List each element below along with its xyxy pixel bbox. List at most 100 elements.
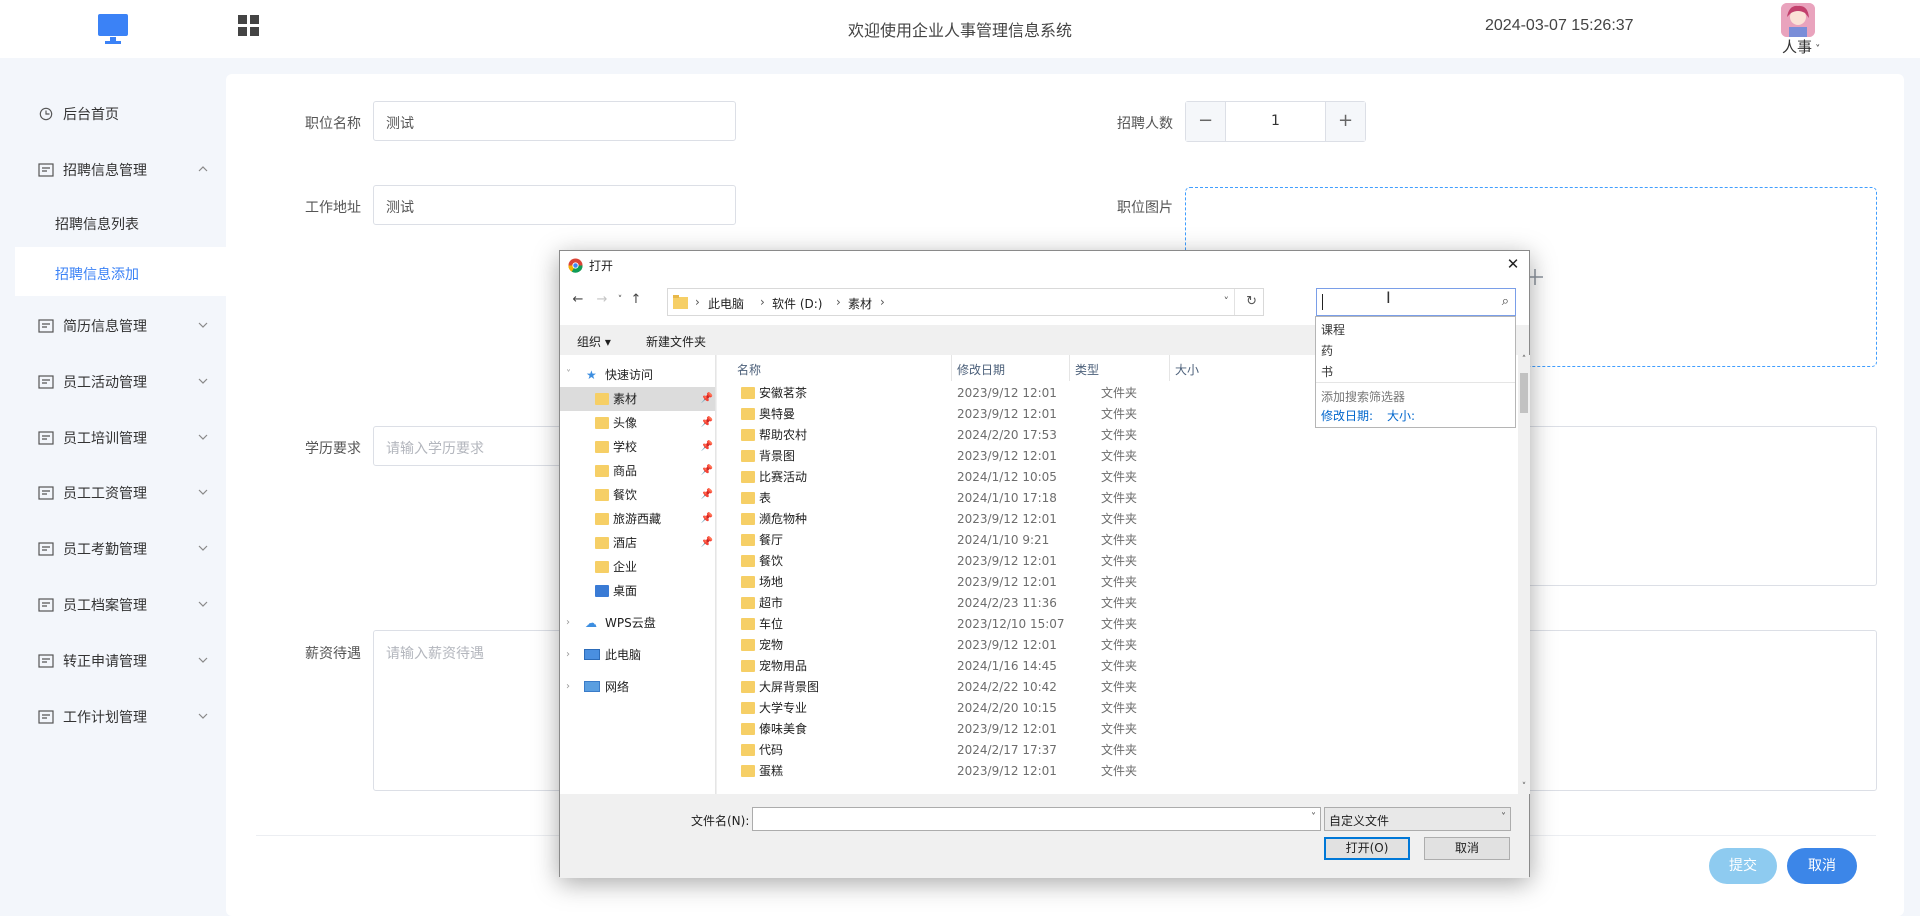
- file-row[interactable]: 餐饮 2023/9/12 12:01 文件夹: [717, 551, 1517, 572]
- increment-button[interactable]: +: [1325, 102, 1365, 141]
- user-role-dropdown[interactable]: 人事 ˅: [1782, 36, 1820, 57]
- file-row[interactable]: 蛋糕 2023/9/12 12:01 文件夹: [717, 761, 1517, 782]
- sidebar-item-label: 转正申请管理: [63, 654, 147, 670]
- file-row[interactable]: 背景图 2023/9/12 12:01 文件夹: [717, 446, 1517, 467]
- sidebar-item-attendance[interactable]: 员工考勤管理: [38, 534, 208, 564]
- pin-icon: 📌: [700, 513, 713, 524]
- suggestion-item[interactable]: 课程: [1321, 321, 1345, 338]
- column-date[interactable]: 修改日期: [957, 361, 1005, 378]
- position-name-input[interactable]: 测试: [373, 101, 736, 141]
- filter-size-link[interactable]: 大小:: [1387, 407, 1415, 424]
- column-type[interactable]: 类型: [1075, 361, 1099, 378]
- address-dropdown-icon[interactable]: ˅: [1224, 295, 1230, 308]
- folder-icon: [741, 639, 755, 651]
- new-folder-button[interactable]: 新建文件夹: [646, 333, 706, 350]
- pin-icon: 📌: [700, 393, 713, 404]
- file-row[interactable]: 大学专业 2024/2/20 10:15 文件夹: [717, 698, 1517, 719]
- nav-item-school[interactable]: 学校 📌: [560, 435, 715, 459]
- search-input[interactable]: ⌕: [1316, 288, 1516, 316]
- folder-icon: [741, 471, 755, 483]
- nav-quick-access[interactable]: ˅ ★ 快速访问: [560, 363, 715, 387]
- nav-item-tibet[interactable]: 旅游西藏 📌: [560, 507, 715, 531]
- forward-arrow-icon[interactable]: →: [594, 292, 610, 308]
- folder-icon: [741, 681, 755, 693]
- file-row[interactable]: 帮助农村 2024/2/20 17:53 文件夹: [717, 425, 1517, 446]
- column-name[interactable]: 名称: [737, 361, 761, 378]
- file-row[interactable]: 傣味美食 2023/9/12 12:01 文件夹: [717, 719, 1517, 740]
- avatar[interactable]: [1781, 3, 1815, 37]
- decrement-button[interactable]: −: [1186, 102, 1226, 141]
- nav-this-pc[interactable]: › 此电脑: [560, 643, 715, 667]
- sidebar-item-salary[interactable]: 员工工资管理: [38, 478, 208, 508]
- chevron-down-icon[interactable]: ˅: [1311, 812, 1316, 823]
- up-arrow-icon[interactable]: ↑: [628, 292, 644, 308]
- file-row[interactable]: 大屏背景图 2024/2/22 10:42 文件夹: [717, 677, 1517, 698]
- recruit-count-value[interactable]: 1: [1226, 102, 1325, 141]
- sidebar-item-resume[interactable]: 简历信息管理: [38, 311, 208, 341]
- suggestion-item[interactable]: 药: [1321, 342, 1333, 359]
- dialog-close-button[interactable]: ✕: [1503, 254, 1523, 274]
- sidebar-item-regularization[interactable]: 转正申请管理: [38, 646, 208, 676]
- nav-item-desktop[interactable]: 桌面: [560, 579, 715, 603]
- suggestion-item[interactable]: 书: [1321, 363, 1333, 380]
- sidebar-item-label: 员工培训管理: [63, 431, 147, 447]
- file-type: 文件夹: [1101, 722, 1138, 736]
- sidebar-item-training[interactable]: 员工培训管理: [38, 423, 208, 453]
- sidebar-subitem-recruitment-list[interactable]: 招聘信息列表: [55, 214, 139, 234]
- submit-button[interactable]: 提交: [1709, 848, 1777, 884]
- folder-icon: [741, 534, 755, 546]
- file-row[interactable]: 场地 2023/9/12 12:01 文件夹: [717, 572, 1517, 593]
- nav-wps-cloud[interactable]: › ☁ WPS云盘: [560, 611, 715, 635]
- file-row[interactable]: 表 2024/1/10 17:18 文件夹: [717, 488, 1517, 509]
- nav-this-pc-label: 此电脑: [605, 648, 642, 662]
- breadcrumb-this-pc[interactable]: 此电脑: [708, 295, 744, 312]
- nav-item-avatar[interactable]: 头像 📌: [560, 411, 715, 435]
- file-type: 文件夹: [1101, 428, 1138, 442]
- nav-item-goods[interactable]: 商品 📌: [560, 459, 715, 483]
- sidebar-item-activity[interactable]: 员工活动管理: [38, 367, 208, 397]
- sidebar-item-dashboard[interactable]: 后台首页: [38, 99, 208, 129]
- scroll-down-arrow-icon[interactable]: ˅: [1518, 782, 1530, 794]
- file-row[interactable]: 濒危物种 2023/9/12 12:01 文件夹: [717, 509, 1517, 530]
- breadcrumb-sucai[interactable]: 素材: [848, 295, 872, 312]
- nav-item-enterprise[interactable]: 企业: [560, 555, 715, 579]
- cancel-button[interactable]: 取消: [1787, 848, 1857, 884]
- file-list-scrollbar[interactable]: ˄ ˅: [1518, 355, 1530, 794]
- organize-button[interactable]: 组织 ▾: [577, 333, 611, 350]
- nav-item-catering[interactable]: 餐饮 📌: [560, 483, 715, 507]
- recent-locations-chevron-icon[interactable]: ˅: [612, 292, 628, 308]
- sidebar-item-archive[interactable]: 员工档案管理: [38, 590, 208, 620]
- file-name: 超市: [759, 596, 784, 610]
- sidebar-item-recruitment[interactable]: 招聘信息管理: [38, 155, 208, 185]
- file-row[interactable]: 宠物 2023/9/12 12:01 文件夹: [717, 635, 1517, 656]
- sidebar-item-work-plan[interactable]: 工作计划管理: [38, 702, 208, 732]
- file-row[interactable]: 餐厅 2024/1/10 9:21 文件夹: [717, 530, 1517, 551]
- filetype-select[interactable]: 自定义文件 ˅: [1324, 807, 1511, 831]
- file-row[interactable]: 比赛活动 2024/1/12 10:05 文件夹: [717, 467, 1517, 488]
- filename-input[interactable]: ˅: [752, 807, 1321, 831]
- dialog-cancel-button[interactable]: 取消: [1424, 837, 1510, 860]
- file-row[interactable]: 代码 2024/2/17 17:37 文件夹: [717, 740, 1517, 761]
- address-bar[interactable]: › 此电脑 › 软件 (D:) › 素材 › ˅ ↻: [667, 288, 1264, 316]
- breadcrumb-drive-d[interactable]: 软件 (D:): [772, 295, 822, 312]
- nav-item-hotel[interactable]: 酒店 📌: [560, 531, 715, 555]
- nav-item-sucai[interactable]: 素材 📌: [560, 387, 715, 411]
- open-button[interactable]: 打开(O): [1324, 837, 1410, 860]
- column-size[interactable]: 大小: [1175, 361, 1199, 378]
- scroll-up-arrow-icon[interactable]: ˄: [1518, 355, 1530, 367]
- file-date: 2023/9/12 12:01: [957, 386, 1057, 400]
- file-row[interactable]: 宠物用品 2024/1/16 14:45 文件夹: [717, 656, 1517, 677]
- user-role-label: 人事: [1782, 38, 1813, 56]
- filter-date-link[interactable]: 修改日期:: [1321, 407, 1373, 424]
- back-arrow-icon[interactable]: ←: [570, 292, 586, 308]
- scrollbar-thumb[interactable]: [1520, 373, 1528, 413]
- sidebar-item-label: 员工档案管理: [63, 598, 147, 614]
- file-row[interactable]: 车位 2023/12/10 15:07 文件夹: [717, 614, 1517, 635]
- breadcrumb-chevron-icon: ›: [760, 295, 765, 309]
- file-row[interactable]: 超市 2024/2/23 11:36 文件夹: [717, 593, 1517, 614]
- refresh-icon[interactable]: ↻: [1246, 294, 1257, 309]
- sidebar-subitem-recruitment-add[interactable]: 招聘信息添加: [55, 264, 139, 284]
- nav-network[interactable]: › 网络: [560, 675, 715, 699]
- education-textarea-right[interactable]: [1508, 426, 1877, 586]
- work-address-input[interactable]: 测试: [373, 185, 736, 225]
